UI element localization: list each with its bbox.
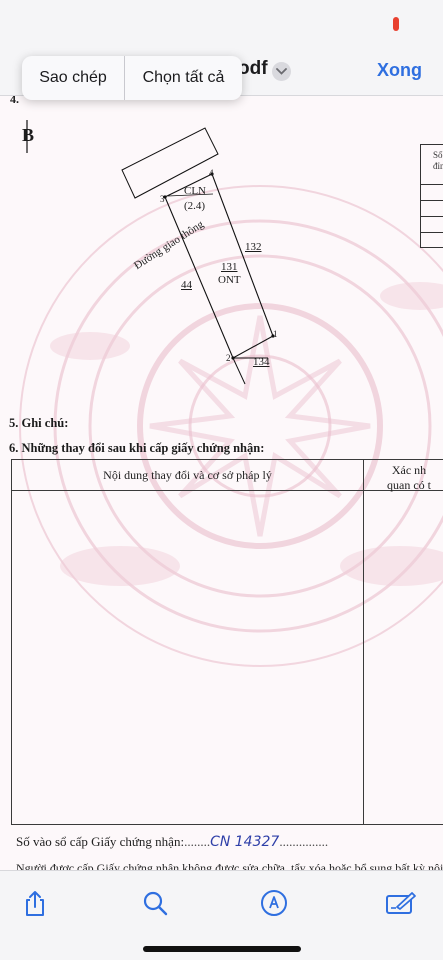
register-dots-after: ............... — [279, 834, 329, 849]
table-row — [421, 201, 443, 217]
neighbor-134: 134 — [253, 356, 270, 368]
chevron-down-icon[interactable] — [272, 62, 291, 81]
land-area-top: (2.4) — [184, 200, 206, 212]
parcel-type: ONT — [218, 274, 241, 286]
footnote-text: Người được cấp Giấy chứng nhận không đượ… — [16, 861, 443, 870]
column-header-confirm-line-2: quan có t — [387, 478, 431, 492]
register-number-line: Số vào sổ cấp Giấy chứng nhận:........CN… — [16, 834, 328, 850]
register-label: Số vào sổ cấp Giấy chứng nhận: — [16, 834, 185, 849]
section-notes: 5. Ghi chú: — [9, 416, 69, 430]
vertex-2-label: 2 — [226, 353, 231, 363]
copy-menu-item[interactable]: Sao chép — [22, 56, 125, 100]
column-header-confirm-line-1: Xác nh — [391, 463, 427, 477]
vertex-3-label: 3 — [160, 194, 165, 204]
vertex-4-label: 4 — [209, 168, 214, 178]
select-all-menu-item[interactable]: Chọn tất cả — [125, 56, 242, 100]
table-row — [421, 217, 443, 233]
pdf-page[interactable]: 4. B Đường giao thông 3 4 1 2 CLN (2.4) … — [0, 96, 443, 870]
share-icon[interactable] — [21, 889, 49, 917]
section-changes: 6. Những thay đổi sau khi cấp giấy chứng… — [9, 441, 265, 455]
home-indicator[interactable] — [143, 946, 301, 952]
changes-table: Nội dung thay đổi và cơ sở pháp lý Xác n… — [11, 459, 443, 825]
context-menu: Sao chép Chọn tất cả — [22, 56, 242, 100]
table-row — [421, 185, 443, 201]
column-divider — [363, 460, 364, 824]
markup-icon[interactable] — [260, 889, 288, 917]
file-name[interactable]: odf — [238, 58, 268, 80]
table-row — [421, 233, 443, 249]
parcel-map — [26, 120, 275, 385]
register-number: CN 14327 — [210, 834, 280, 850]
column-header-content: Nội dung thay đổi và cơ sở pháp lý — [103, 468, 272, 482]
column-header-confirm: Xác nh quan có t — [364, 463, 443, 493]
recording-indicator — [393, 17, 399, 31]
land-type-top: CLN — [184, 185, 206, 197]
vertex-1-label: 1 — [273, 329, 278, 339]
north-symbol: B — [22, 125, 35, 145]
search-icon[interactable] — [141, 889, 169, 917]
neighbor-132: 132 — [245, 241, 262, 253]
done-button[interactable]: Xong — [377, 60, 422, 81]
vertex-table: Số đỉn — [420, 144, 443, 248]
parcel-number: 131 — [221, 261, 238, 273]
neighbor-44: 44 — [181, 279, 192, 291]
register-dots: ........ — [184, 834, 211, 849]
vertex-table-header: Số đỉn — [421, 145, 443, 185]
edit-icon[interactable] — [385, 889, 416, 917]
